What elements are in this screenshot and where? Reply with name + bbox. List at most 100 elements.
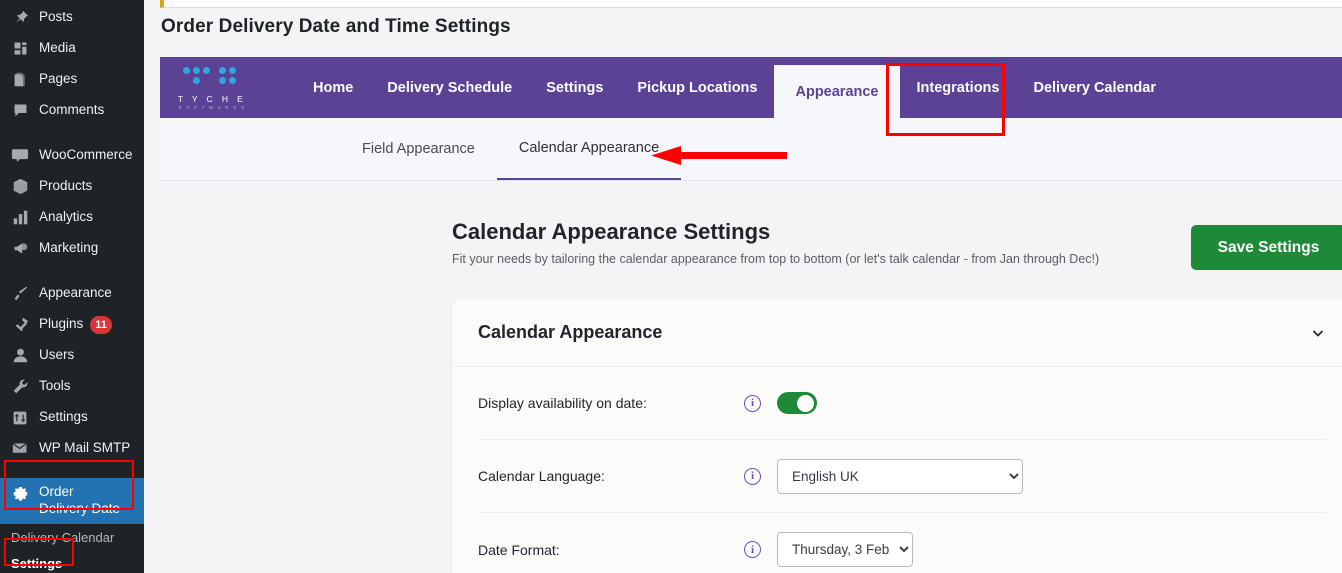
page-title: Order Delivery Date and Time Settings	[161, 16, 511, 37]
sidebar-item-label: Posts	[39, 9, 73, 25]
sidebar-item-label: Settings	[39, 409, 88, 425]
setting-label: Display availability on date:	[478, 395, 647, 411]
nav-item-delivery-schedule[interactable]: Delivery Schedule	[370, 57, 529, 118]
setting-row-calendar-language: Calendar Language: i English UK	[478, 440, 1326, 513]
sidebar-item-users[interactable]: Users	[0, 340, 144, 371]
sidebar-item-comments[interactable]: Comments	[0, 95, 144, 126]
user-icon	[9, 346, 31, 366]
sidebar-item-label: Users	[39, 347, 75, 363]
sidebar-item-settings[interactable]: Settings	[0, 402, 144, 433]
sidebar-item-label: Products	[39, 178, 93, 194]
nav-item-label: Delivery Schedule	[387, 79, 513, 96]
save-settings-button[interactable]: Save Settings	[1191, 225, 1342, 270]
sidebar-item-wp-mail-smtp[interactable]: WP Mail SMTP	[0, 433, 144, 464]
admin-screen: Posts Media Pages Comments WooCommerce P…	[0, 0, 1342, 573]
calendar-appearance-card: Calendar Appearance Display availability…	[452, 299, 1342, 573]
sidebar-item-label: Marketing	[39, 240, 99, 256]
mail-icon	[9, 439, 31, 459]
sidebar-item-label: WP Mail SMTP	[39, 440, 131, 456]
sidebar-submenu-label: Delivery Calendar	[11, 529, 115, 545]
admin-notice-partial	[160, 0, 1342, 8]
main-content: Order Delivery Date and Time Settings T …	[144, 0, 1342, 573]
sidebar-item-plugins[interactable]: Plugins 11	[0, 309, 144, 340]
setting-row-display-availability: Display availability on date: i	[478, 367, 1326, 440]
plugin-navbar: T Y C H E S O F T W A R E S Home Deliver…	[160, 57, 1342, 119]
settings-icon	[9, 408, 31, 428]
sidebar-item-woocommerce[interactable]: WooCommerce	[0, 140, 144, 171]
sidebar-separator-3	[0, 464, 144, 478]
nav-item-label: Settings	[546, 79, 604, 96]
sidebar-item-media[interactable]: Media	[0, 33, 144, 64]
sidebar-submenu-delivery-calendar[interactable]: Delivery Calendar	[0, 524, 144, 550]
sidebar-item-tools[interactable]: Tools	[0, 371, 144, 402]
sidebar-separator-1	[0, 126, 144, 140]
sidebar-item-label: WooCommerce	[39, 147, 133, 163]
marketing-icon	[9, 239, 31, 259]
sidebar-item-order-delivery-date[interactable]: Order Delivery Date	[0, 478, 154, 524]
subtab-field-appearance[interactable]: Field Appearance	[340, 118, 497, 180]
plug-icon	[9, 315, 31, 335]
pages-icon	[9, 70, 31, 90]
navbar-items: Home Delivery Schedule Settings Pickup L…	[296, 57, 1173, 119]
nav-item-delivery-calendar[interactable]: Delivery Calendar	[1016, 57, 1173, 118]
date-format-select[interactable]: Thursday, 3 February, 2022	[777, 532, 913, 567]
sidebar-item-label: Plugins	[39, 316, 84, 332]
tyche-logo: T Y C H E S O F T W A R E S	[160, 57, 264, 118]
nav-item-settings[interactable]: Settings	[529, 57, 620, 118]
sidebar-separator-2	[0, 264, 144, 278]
nav-item-label: Integrations	[916, 79, 1000, 96]
calendar-language-select[interactable]: English UK	[777, 458, 1023, 494]
subtab-calendar-appearance[interactable]: Calendar Appearance	[496, 118, 682, 180]
sidebar-item-label: Comments	[39, 102, 105, 118]
display-availability-toggle[interactable]	[777, 392, 817, 414]
analytics-icon	[9, 208, 31, 228]
gear-icon	[9, 485, 31, 505]
info-icon[interactable]: i	[744, 467, 761, 485]
woo-icon	[9, 146, 31, 166]
card-header[interactable]: Calendar Appearance	[452, 299, 1342, 367]
nav-item-label: Pickup Locations	[637, 79, 758, 96]
nav-item-appearance[interactable]: Appearance	[774, 65, 900, 119]
media-icon	[9, 39, 31, 59]
sidebar-item-label: Analytics	[39, 209, 94, 225]
setting-label: Date Format:	[478, 541, 560, 558]
info-icon[interactable]: i	[744, 394, 761, 412]
wp-admin-sidebar: Posts Media Pages Comments WooCommerce P…	[0, 0, 154, 573]
subtab-bar: Field Appearance Calendar Appearance	[160, 118, 1342, 181]
sidebar-item-marketing[interactable]: Marketing	[0, 233, 144, 264]
sidebar-item-pages[interactable]: Pages	[0, 64, 144, 95]
sidebar-item-products[interactable]: Products	[0, 171, 144, 202]
pin-icon	[9, 8, 31, 28]
brand-subtitle: S O F T W A R E S	[178, 105, 246, 110]
brand-name: T Y C H E	[177, 94, 247, 104]
chevron-down-icon[interactable]	[1310, 325, 1326, 341]
sidebar-item-label: Pages	[39, 71, 78, 87]
wrench-icon	[9, 377, 31, 397]
sidebar-item-label: Media	[39, 40, 76, 56]
nav-item-label: Appearance	[795, 84, 879, 100]
products-icon	[9, 177, 31, 197]
sidebar-item-label: Tools	[39, 378, 71, 394]
sidebar-submenu-label: Settings	[11, 555, 63, 571]
section-heading: Calendar Appearance Settings	[452, 219, 771, 244]
sidebar-item-analytics[interactable]: Analytics	[0, 202, 144, 233]
nav-item-pickup-locations[interactable]: Pickup Locations	[620, 57, 774, 118]
sidebar-submenu-settings[interactable]: Settings	[0, 550, 144, 573]
subtab-label: Field Appearance	[362, 141, 475, 157]
comments-icon	[9, 101, 31, 121]
card-title: Calendar Appearance	[478, 322, 663, 342]
subtab-label: Calendar Appearance	[518, 140, 660, 156]
brush-icon	[9, 284, 31, 304]
nav-item-label: Home	[313, 79, 354, 96]
nav-item-home[interactable]: Home	[296, 57, 370, 118]
setting-label: Calendar Language:	[478, 468, 605, 484]
sidebar-item-label: Appearance	[39, 285, 112, 301]
info-icon[interactable]: i	[744, 541, 761, 558]
sidebar-item-appearance[interactable]: Appearance	[0, 278, 144, 309]
toggle-knob	[797, 394, 814, 412]
nav-item-integrations[interactable]: Integrations	[900, 57, 1017, 118]
nav-item-label: Delivery Calendar	[1033, 79, 1156, 96]
sidebar-item-posts[interactable]: Posts	[0, 2, 144, 33]
section-subheading: Fit your needs by tailoring the calendar…	[452, 252, 1100, 266]
tyche-dots-icon	[183, 67, 241, 92]
